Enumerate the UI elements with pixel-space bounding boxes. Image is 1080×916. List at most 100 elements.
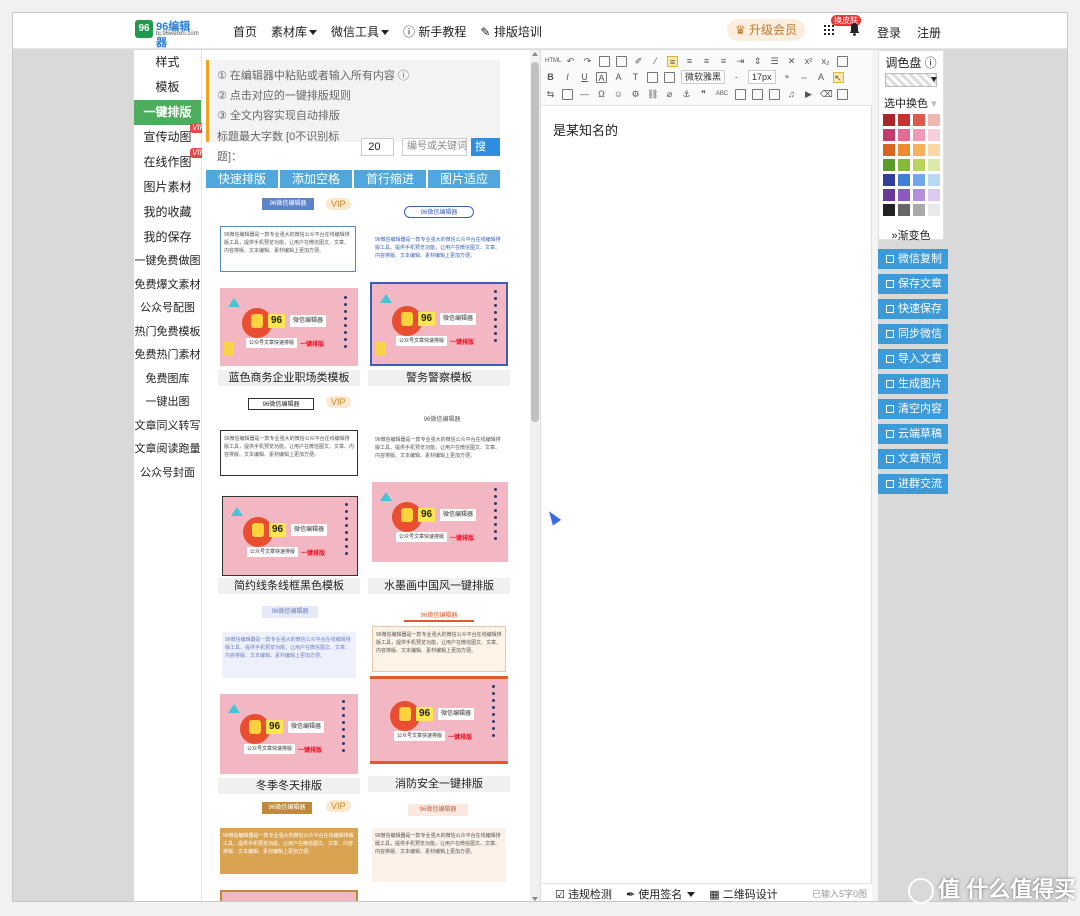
spellcheck-icon[interactable]: ABC [715, 89, 729, 100]
decrease-size-icon[interactable]: - [731, 72, 742, 83]
nav-wechat-tools[interactable]: 微信工具 [331, 23, 390, 40]
color-swatch[interactable] [913, 204, 925, 216]
upgrade-button[interactable]: ♛ 升级会员 [727, 19, 805, 41]
insert-table-icon[interactable] [562, 88, 573, 100]
template-card[interactable]: 96微信编辑器 96微信编辑器是一款专业强大的微信公众平台在线编辑排版工具，提供… [368, 392, 510, 594]
gradient-toggle[interactable]: »渐变色 [879, 227, 943, 243]
case-icon[interactable]: A [816, 72, 827, 83]
nav-materials[interactable]: 素材库 [271, 23, 318, 40]
align-justify-icon[interactable]: ≡ [718, 56, 729, 67]
clear-content-button[interactable]: 清空内容 [878, 399, 948, 419]
align-left-icon[interactable]: ≡ [667, 55, 678, 67]
pin-icon[interactable]: ↖ [832, 71, 844, 83]
bold-icon[interactable]: B [545, 72, 556, 83]
highlight-icon[interactable]: T [630, 72, 641, 83]
color-swatch[interactable] [898, 144, 910, 156]
indent-icon[interactable]: ⇥ [735, 56, 746, 67]
quick-layout-button[interactable]: 快速排版 [206, 170, 278, 188]
color-swatch[interactable] [883, 159, 895, 171]
sidebar-item-styles[interactable]: 样式 [134, 50, 201, 75]
quick-save-button[interactable]: 快速保存 [878, 299, 948, 319]
sync-wechat-button[interactable]: 同步微信 [878, 324, 948, 344]
bell-icon[interactable] [849, 23, 860, 36]
paste-icon[interactable] [616, 55, 627, 67]
color-swatch[interactable] [883, 114, 895, 126]
import-article-button[interactable]: 导入文章 [878, 349, 948, 369]
quote-icon[interactable]: ❞ [698, 89, 709, 100]
login-link[interactable]: 登录 [877, 24, 901, 41]
table-icon[interactable] [647, 71, 658, 83]
wechat-copy-button[interactable]: 微信复制 [878, 249, 948, 269]
clear-format-icon[interactable]: ✕ [786, 56, 797, 67]
search-button[interactable]: 搜索 [471, 138, 500, 171]
color-swatch[interactable] [928, 204, 940, 216]
align-right-icon[interactable]: ≡ [701, 56, 712, 67]
image-insert-icon[interactable] [735, 88, 746, 100]
subscript-icon[interactable]: x₂ [820, 56, 831, 67]
color-swatch[interactable] [913, 174, 925, 186]
color-swatch[interactable] [928, 129, 940, 141]
direction-icon[interactable]: ⇆ [545, 89, 556, 100]
color-swatch[interactable] [928, 174, 940, 186]
keyword-search-input[interactable]: 编号或关键词 [402, 138, 468, 156]
color-swatch[interactable] [898, 174, 910, 186]
font-family-select[interactable]: 微软雅黑 [681, 70, 726, 84]
video-icon[interactable] [769, 88, 780, 100]
color-swatch[interactable] [928, 189, 940, 201]
chevron-down-icon[interactable] [931, 77, 937, 82]
emoji-icon[interactable]: ☺ [613, 89, 624, 100]
color-swatch[interactable] [898, 129, 910, 141]
editor-content[interactable]: 是某知名的 [553, 120, 618, 139]
scroll-up-icon[interactable] [532, 52, 538, 56]
sidebar-item-animations[interactable]: 宣传动图 VIP [134, 123, 207, 150]
sidebar-item-saved[interactable]: 我的保存 [134, 225, 201, 250]
sidebar-item-read-boost[interactable]: 文章阅读跑量 [134, 438, 201, 462]
font-color-icon[interactable]: A [613, 72, 624, 83]
swap-color-toggle[interactable]: 选中换色 ▾ [884, 95, 937, 111]
color-swatch[interactable] [913, 159, 925, 171]
align-center-icon[interactable]: ≡ [684, 56, 695, 67]
format-brush-icon[interactable]: ✐ [633, 56, 644, 67]
nav-tutorial[interactable]: ⓘ 新手教程 [403, 23, 466, 40]
letter-spacing-icon[interactable]: ⇔ [799, 72, 810, 83]
sidebar-item-hot-templates[interactable]: 热门免费模板 [134, 321, 201, 345]
sidebar-item-free-gallery[interactable]: 免费图库 [134, 368, 201, 392]
color-swatch[interactable] [898, 114, 910, 126]
nav-training[interactable]: ✎ 排版培训 [480, 23, 541, 40]
template-scrollbar[interactable] [530, 50, 540, 901]
color-swatch[interactable] [883, 144, 895, 156]
redo-icon[interactable]: ↷ [582, 56, 593, 67]
color-swatch[interactable] [883, 204, 895, 216]
indent-button[interactable]: 首行缩进 [354, 170, 426, 188]
template-card[interactable]: 96微信编辑器 96微信编辑器是一款专业强大的微信公众平台在线编辑排版工具，提供… [218, 602, 360, 794]
color-picker[interactable] [885, 73, 937, 87]
camera-icon[interactable]: ▶ [803, 89, 814, 100]
color-swatch[interactable] [898, 159, 910, 171]
superscript-icon[interactable]: x² [803, 56, 814, 67]
color-swatch[interactable] [898, 204, 910, 216]
fullscreen-icon[interactable] [837, 55, 848, 67]
image-icon[interactable] [664, 71, 675, 83]
sidebar-item-online-design[interactable]: 在线作图 VIP [134, 148, 207, 175]
font-size-select[interactable]: 17px [748, 70, 776, 84]
sidebar-item-cover[interactable]: 公众号封面 [134, 462, 201, 486]
italic-icon[interactable]: I [562, 72, 573, 83]
divider-icon[interactable]: — [579, 89, 590, 100]
underline-icon[interactable]: U [579, 72, 590, 83]
color-swatch[interactable] [913, 144, 925, 156]
html-icon[interactable]: HTML [545, 56, 561, 67]
sidebar-item-account-images[interactable]: 公众号配图 [134, 297, 201, 321]
anchor-icon[interactable]: ⚓ [681, 89, 692, 100]
link-icon[interactable]: ⛓ [647, 89, 658, 100]
add-spacing-button[interactable]: 添加空格 [280, 170, 352, 188]
clean-icon[interactable]: ⌫ [820, 89, 833, 100]
color-swatch[interactable] [928, 159, 940, 171]
scrollbar-thumb[interactable] [531, 62, 539, 422]
border-icon[interactable]: A [596, 71, 607, 83]
cloud-drafts-button[interactable]: 云端草稿 [878, 424, 948, 444]
music-icon[interactable]: ♫ [786, 89, 797, 100]
omega-icon[interactable]: Ω [596, 89, 607, 100]
color-swatch[interactable] [913, 129, 925, 141]
template-icon[interactable] [837, 88, 848, 100]
register-link[interactable]: 注册 [917, 24, 941, 41]
